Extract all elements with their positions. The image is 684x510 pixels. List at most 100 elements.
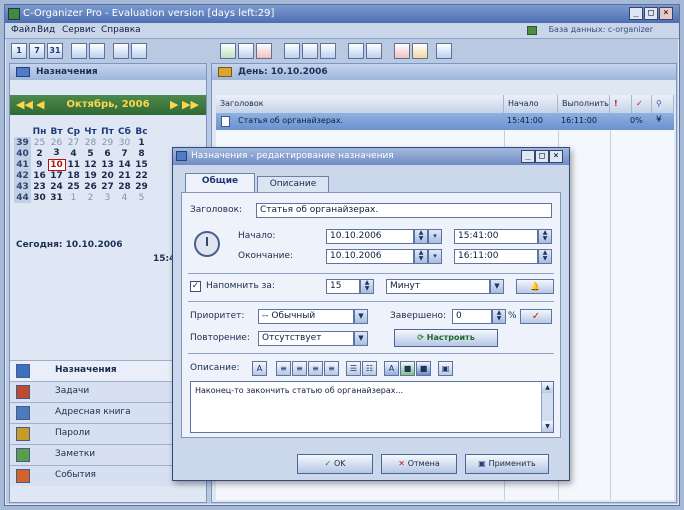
priority-dropdown-icon[interactable]: ▼ xyxy=(354,309,368,324)
ok-button[interactable]: ✓ OK xyxy=(297,454,373,474)
bullet-list-icon[interactable]: ☰ xyxy=(346,361,361,376)
calendar-icon[interactable] xyxy=(131,43,147,59)
start-date-spinner[interactable]: ▲ ▼ xyxy=(414,229,428,244)
calendar-day[interactable]: 8 xyxy=(133,148,150,159)
calendar-day[interactable]: 15 xyxy=(133,159,150,170)
remind-unit-dropdown-icon[interactable]: ▼ xyxy=(490,279,504,294)
highlight-icon[interactable]: ■ xyxy=(400,361,415,376)
calendar-day[interactable]: 20 xyxy=(99,170,116,181)
text-color-icon[interactable]: A xyxy=(384,361,399,376)
calendar-day[interactable]: 26 xyxy=(48,137,65,148)
calendar-day[interactable]: 29 xyxy=(133,181,150,192)
calendar-day[interactable]: 23 xyxy=(31,181,48,192)
calendar-day[interactable]: 24 xyxy=(48,181,65,192)
calendar-day[interactable]: 6 xyxy=(99,148,116,159)
calendar-day[interactable]: 26 xyxy=(82,181,99,192)
align-left-icon[interactable]: ≡ xyxy=(276,361,291,376)
end-date-input[interactable]: 10.10.2006 xyxy=(326,249,414,264)
edit-appointment-icon[interactable] xyxy=(238,43,254,59)
remind-amount-spinner[interactable]: ▲ ▼ xyxy=(360,279,374,294)
calendar-day[interactable]: 4 xyxy=(65,148,82,159)
calendar-day[interactable]: 2 xyxy=(82,192,99,203)
description-scrollbar[interactable]: ▲ ▼ xyxy=(541,382,553,432)
calendar-day[interactable]: 4 xyxy=(116,192,133,203)
subject-input[interactable]: Статья об органайзерах. xyxy=(256,203,552,218)
align-right-icon[interactable]: ≡ xyxy=(308,361,323,376)
close-button[interactable]: × xyxy=(659,7,673,20)
minimize-button[interactable]: _ xyxy=(629,7,643,20)
calendar-day[interactable]: 11 xyxy=(65,159,82,170)
bell-icon[interactable]: 🔔 xyxy=(516,279,554,294)
calendar-day[interactable]: 28 xyxy=(82,137,99,148)
insert-image-icon[interactable]: ▣ xyxy=(438,361,453,376)
complete-spinner[interactable]: ▲ ▼ xyxy=(492,309,506,324)
calendar-day[interactable]: 13 xyxy=(99,159,116,170)
calendar-day[interactable]: 3 xyxy=(99,192,116,203)
menu-file[interactable]: Файл xyxy=(11,25,36,35)
end-date-calendar-button[interactable]: ▾ xyxy=(428,249,442,264)
copy-icon[interactable] xyxy=(302,43,318,59)
background-color-icon[interactable]: ■ xyxy=(416,361,431,376)
calendar-day[interactable]: 25 xyxy=(31,137,48,148)
calendar-day[interactable]: 5 xyxy=(133,192,150,203)
database-label[interactable]: База данных: c-organizer xyxy=(549,25,653,34)
month-view-button[interactable]: 31 xyxy=(47,43,63,59)
calendar-month-label[interactable]: Октябрь, 2006 xyxy=(66,99,149,110)
priority-select[interactable]: -- Обычный xyxy=(258,309,354,324)
start-time-input[interactable]: 15:41:00 xyxy=(454,229,538,244)
column-alarm[interactable]: ⚲ xyxy=(652,95,674,113)
grid-view-icon[interactable] xyxy=(89,43,105,59)
calendar-day[interactable]: 18 xyxy=(65,170,82,181)
complete-check-icon[interactable]: ✓ xyxy=(520,309,552,324)
calendar-day[interactable]: 31 xyxy=(48,192,65,203)
calendar-day-selected[interactable]: 10 xyxy=(47,158,66,171)
calendar-day[interactable]: 17 xyxy=(48,170,65,181)
calendar-day[interactable]: 27 xyxy=(65,137,82,148)
paste-icon[interactable] xyxy=(320,43,336,59)
calendar-day[interactable]: 1 xyxy=(133,137,150,148)
calendar-day[interactable]: 5 xyxy=(82,148,99,159)
print-icon[interactable] xyxy=(113,43,129,59)
scroll-down-icon[interactable]: ▼ xyxy=(542,421,553,432)
column-done[interactable]: Выполнить xyxy=(558,95,610,113)
dialog-close-button[interactable]: × xyxy=(549,150,563,163)
mark-done-icon[interactable] xyxy=(394,43,410,59)
calendar-day[interactable]: 1 xyxy=(65,192,82,203)
calendar-day[interactable]: 30 xyxy=(116,137,133,148)
calendar-day[interactable]: 9 xyxy=(31,159,48,170)
binoculars-icon[interactable] xyxy=(71,43,87,59)
calendar-day[interactable]: 16 xyxy=(31,170,48,181)
repeat-dropdown-icon[interactable]: ▼ xyxy=(354,331,368,346)
align-center-icon[interactable]: ≡ xyxy=(292,361,307,376)
day-view-button[interactable]: 1 xyxy=(11,43,27,59)
delete-appointment-icon[interactable] xyxy=(256,43,272,59)
expand-icon[interactable]: ¥ xyxy=(656,115,662,125)
calendar-day[interactable]: 30 xyxy=(31,192,48,203)
table-row[interactable]: Статья об органайзерах. 15:41:00 16:11:0… xyxy=(216,113,674,130)
column-priority[interactable]: ! xyxy=(610,95,632,113)
menu-help[interactable]: Справка xyxy=(101,25,141,35)
numbered-list-icon[interactable]: ☷ xyxy=(362,361,377,376)
end-time-input[interactable]: 16:11:00 xyxy=(454,249,538,264)
list-view-icon[interactable] xyxy=(348,43,364,59)
week-view-button[interactable]: 7 xyxy=(29,43,45,59)
menu-view[interactable]: Вид xyxy=(37,25,55,35)
next-year-icon[interactable]: ▶▶ xyxy=(182,95,199,115)
prev-year-icon[interactable]: ◀◀ xyxy=(16,95,33,115)
calendar-day[interactable]: 25 xyxy=(65,181,82,192)
start-time-spinner[interactable]: ▲ ▼ xyxy=(538,229,552,244)
attachment-icon[interactable] xyxy=(436,43,452,59)
new-appointment-icon[interactable] xyxy=(220,43,236,59)
justify-icon[interactable]: ≡ xyxy=(324,361,339,376)
details-view-icon[interactable] xyxy=(366,43,382,59)
dialog-maximize-button[interactable]: □ xyxy=(535,150,549,163)
calendar-day[interactable]: 12 xyxy=(82,159,99,170)
complete-input[interactable]: 0 xyxy=(452,309,492,324)
calendar-day[interactable]: 7 xyxy=(116,148,133,159)
scroll-up-icon[interactable]: ▲ xyxy=(542,382,553,393)
column-check[interactable]: ✓ xyxy=(632,95,652,113)
cut-icon[interactable] xyxy=(284,43,300,59)
remind-checkbox[interactable]: ✓ xyxy=(190,281,201,292)
next-month-icon[interactable]: ▶ xyxy=(170,95,178,115)
calendar-day[interactable]: 21 xyxy=(116,170,133,181)
